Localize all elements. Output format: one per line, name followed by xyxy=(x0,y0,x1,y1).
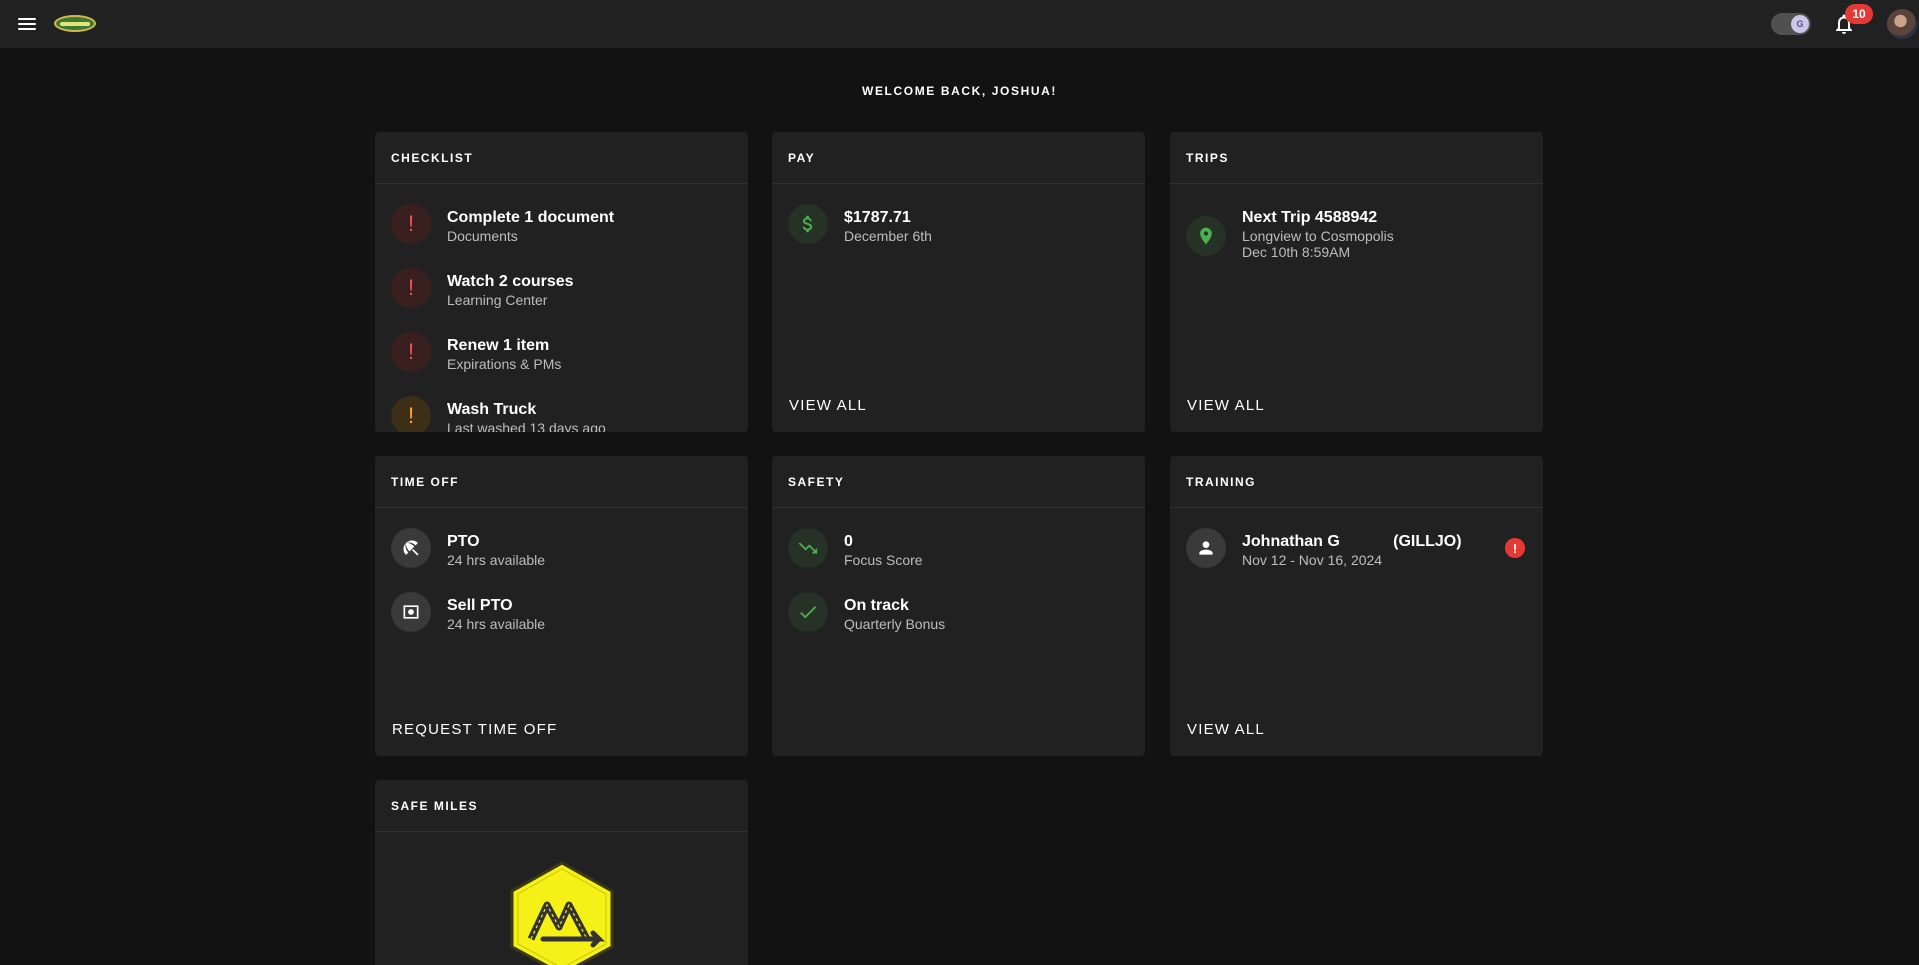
safe-miles-card: SAFE MILES xyxy=(375,780,748,965)
pay-item[interactable]: $1787.71 December 6th xyxy=(788,204,932,244)
item-subtitle: Quarterly Bonus xyxy=(844,616,946,632)
focus-score-item[interactable]: 0 Focus Score xyxy=(788,528,923,568)
welcome-heading: WELCOME BACK, JOSHUA! xyxy=(862,84,1057,98)
time-off-card: TIME OFF PTO 24 hrs available Sell PTO 24 … xyxy=(375,456,748,756)
request-time-off-button[interactable]: REQUEST TIME OFF xyxy=(392,721,557,738)
theme-toggle[interactable]: G xyxy=(1771,13,1811,35)
top-app-bar: G 10 xyxy=(0,0,1919,48)
exclamation-icon: ! xyxy=(391,332,431,372)
card-title: SAFE MILES xyxy=(375,780,748,832)
item-title: Sell PTO xyxy=(447,597,513,614)
training-card: TRAINING Johnathan G (GILLJO) Nov 12 - No… xyxy=(1170,456,1543,756)
sell-pto-item[interactable]: Sell PTO 24 hrs available xyxy=(391,592,545,632)
trips-card: TRIPS Next Trip 4588942 Longview to Cosmo… xyxy=(1170,132,1543,432)
item-title: 0 xyxy=(844,533,853,550)
pto-item[interactable]: PTO 24 hrs available xyxy=(391,528,545,568)
checklist-item[interactable]: ! Renew 1 item Expirations & PMs xyxy=(391,332,561,372)
item-title: Complete 1 document xyxy=(447,209,615,226)
card-title: TRAINING xyxy=(1170,456,1543,508)
checklist-item[interactable]: ! Wash Truck Last washed 13 days ago xyxy=(391,396,606,432)
alert-icon: ! xyxy=(1505,538,1525,558)
exclamation-icon: ! xyxy=(391,204,431,244)
card-title: CHECKLIST xyxy=(375,132,748,184)
item-title: On track xyxy=(844,597,909,614)
card-title: TIME OFF xyxy=(375,456,748,508)
person-icon xyxy=(1186,528,1226,568)
pay-date: December 6th xyxy=(844,228,932,244)
next-trip-title: Next Trip 4588942 xyxy=(1242,209,1378,226)
trip-time: Dec 10th 8:59AM xyxy=(1242,244,1351,260)
safety-card: SAFETY 0 Focus Score On track Quarterly Bo… xyxy=(772,456,1145,756)
check-icon xyxy=(788,592,828,632)
trips-view-all-button[interactable]: VIEW ALL xyxy=(1187,397,1265,414)
map-pin-icon xyxy=(1186,216,1226,256)
item-title: Renew 1 item xyxy=(447,337,550,354)
notification-count-badge: 10 xyxy=(1845,4,1873,24)
quarterly-bonus-item[interactable]: On track Quarterly Bonus xyxy=(788,592,945,632)
card-title: TRIPS xyxy=(1170,132,1543,184)
item-subtitle: Focus Score xyxy=(844,552,923,568)
trainee-name: Johnathan G (GILLJO) xyxy=(1242,533,1462,550)
checklist-item[interactable]: ! Complete 1 document Documents xyxy=(391,204,614,244)
card-title: PAY xyxy=(772,132,1145,184)
item-subtitle: Last washed 13 days ago xyxy=(447,420,606,432)
item-title: Wash Truck xyxy=(447,401,537,418)
checklist-card: CHECKLIST ! Complete 1 document Documents… xyxy=(375,132,748,432)
training-item[interactable]: Johnathan G (GILLJO) Nov 12 - Nov 16, 202… xyxy=(1186,528,1462,568)
toggle-knob: G xyxy=(1791,15,1809,33)
item-subtitle: 24 hrs available xyxy=(447,552,546,568)
item-subtitle: Documents xyxy=(447,228,518,244)
training-view-all-button[interactable]: VIEW ALL xyxy=(1187,721,1265,738)
item-subtitle: Expirations & PMs xyxy=(447,356,562,372)
item-title: Watch 2 courses xyxy=(447,273,574,290)
item-title: PTO xyxy=(447,533,480,550)
trip-item[interactable]: Next Trip 4588942 Longview to Cosmopolis D… xyxy=(1186,204,1394,260)
trending-down-icon xyxy=(788,528,828,568)
item-subtitle: Learning Center xyxy=(447,292,548,308)
hamburger-menu-icon[interactable] xyxy=(15,12,39,36)
trip-route: Longview to Cosmopolis xyxy=(1242,228,1394,244)
pay-view-all-button[interactable]: VIEW ALL xyxy=(789,397,867,414)
safe-miles-badge[interactable] xyxy=(509,861,615,965)
exclamation-icon: ! xyxy=(391,268,431,308)
dollar-icon xyxy=(788,204,828,244)
pay-amount: $1787.71 xyxy=(844,209,911,226)
pay-card: PAY $1787.71 December 6th VIEW ALL xyxy=(772,132,1145,432)
user-avatar[interactable] xyxy=(1887,9,1917,39)
company-logo[interactable] xyxy=(54,15,96,32)
exclamation-icon: ! xyxy=(391,396,431,432)
training-dates: Nov 12 - Nov 16, 2024 xyxy=(1242,552,1383,568)
card-title: SAFETY xyxy=(772,456,1145,508)
beach-umbrella-icon xyxy=(391,528,431,568)
checklist-item[interactable]: ! Watch 2 courses Learning Center xyxy=(391,268,574,308)
money-icon xyxy=(391,592,431,632)
item-subtitle: 24 hrs available xyxy=(447,616,546,632)
